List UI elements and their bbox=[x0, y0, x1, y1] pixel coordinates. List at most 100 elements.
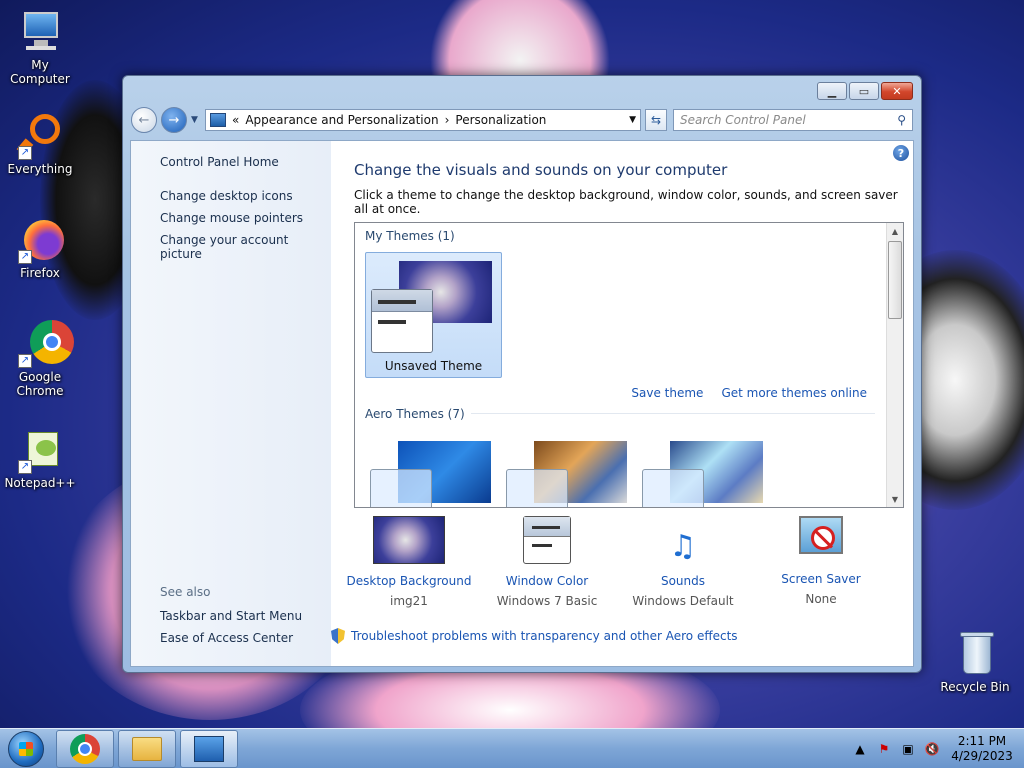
setting-value: img21 bbox=[390, 594, 428, 608]
back-arrow-icon: ← bbox=[138, 112, 150, 128]
sounds-setting[interactable]: ♫ Sounds Windows Default bbox=[615, 516, 751, 608]
everything-icon: ↗ bbox=[16, 112, 64, 160]
change-mouse-pointers-link[interactable]: Change mouse pointers bbox=[160, 211, 331, 225]
clock-date: 4/29/2023 bbox=[951, 748, 1013, 763]
notepad-plus-plus-icon: ↗ bbox=[16, 426, 64, 474]
forward-arrow-icon: → bbox=[168, 112, 180, 128]
breadcrumb-appearance[interactable]: Appearance and Personalization bbox=[245, 113, 438, 127]
chevron-down-icon[interactable]: ▼ bbox=[629, 115, 636, 125]
network-icon[interactable]: ▣ bbox=[900, 741, 916, 757]
taskbar-start-menu-link[interactable]: Taskbar and Start Menu bbox=[160, 609, 302, 623]
shortcut-arrow-icon: ↗ bbox=[18, 146, 32, 160]
scroll-up-icon[interactable]: ▲ bbox=[887, 223, 903, 239]
window-color-setting[interactable]: Window Color Windows 7 Basic bbox=[479, 516, 615, 608]
theme-window-thumbnail bbox=[506, 469, 568, 507]
change-account-picture-link[interactable]: Change your account picture bbox=[160, 233, 331, 261]
maximize-button[interactable]: ▭ bbox=[849, 82, 879, 100]
shortcut-arrow-icon: ↗ bbox=[18, 460, 32, 474]
desktop-icon-label: Everything bbox=[7, 162, 73, 176]
start-button[interactable] bbox=[0, 729, 52, 768]
ease-of-access-link[interactable]: Ease of Access Center bbox=[160, 631, 302, 645]
see-also-section: See also Taskbar and Start Menu Ease of … bbox=[160, 585, 302, 653]
change-desktop-icons-link[interactable]: Change desktop icons bbox=[160, 189, 331, 203]
breadcrumb-personalization[interactable]: Personalization bbox=[455, 113, 546, 127]
screen-saver-icon bbox=[799, 516, 843, 554]
caption-buttons: ▁ ▭ ✕ bbox=[817, 82, 913, 100]
content-area: Control Panel Home Change desktop icons … bbox=[130, 140, 914, 667]
address-chevron[interactable]: « bbox=[232, 113, 239, 127]
clock[interactable]: 2:11 PM 4/29/2023 bbox=[948, 734, 1016, 764]
aero-themes-header: Aero Themes (7) bbox=[365, 407, 471, 421]
personalization-window[interactable]: ▁ ▭ ✕ ← → ▼ « Appearance and Personaliza… bbox=[122, 75, 922, 673]
forward-button[interactable]: → bbox=[161, 107, 187, 133]
screen-saver-setting[interactable]: Screen Saver None bbox=[753, 516, 889, 606]
setting-value: Windows 7 Basic bbox=[496, 594, 598, 608]
chevron-down-icon: ▼ bbox=[191, 115, 198, 125]
minimize-button[interactable]: ▁ bbox=[817, 82, 847, 100]
recent-pages-dropdown[interactable]: ▼ bbox=[191, 115, 201, 125]
volume-muted-icon[interactable]: 🔇 bbox=[924, 741, 940, 757]
search-input[interactable]: Search Control Panel ⚲ bbox=[673, 109, 913, 131]
scroll-thumb[interactable] bbox=[888, 241, 902, 319]
my-themes-header: My Themes (1) bbox=[365, 229, 455, 243]
desktop-icon-notepad-plus-plus[interactable]: ↗ Notepad++ bbox=[0, 426, 80, 490]
themes-list[interactable]: My Themes (1) Unsaved Theme Save theme G… bbox=[354, 222, 904, 508]
see-also-header: See also bbox=[160, 585, 211, 599]
control-panel-icon bbox=[194, 735, 224, 762]
setting-name[interactable]: Window Color bbox=[479, 574, 615, 588]
desktop-icon-google-chrome[interactable]: ↗ Google Chrome bbox=[0, 320, 80, 398]
taskbar-control-panel-button[interactable] bbox=[180, 729, 238, 768]
windows-logo-icon bbox=[8, 730, 44, 767]
breadcrumb-separator[interactable]: › bbox=[445, 113, 450, 127]
aero-theme-tile[interactable] bbox=[365, 441, 491, 507]
navigation-bar: ← → ▼ « Appearance and Personalization ›… bbox=[131, 106, 913, 134]
page-description: Click a theme to change the desktop back… bbox=[354, 188, 898, 216]
control-panel-home-link[interactable]: Control Panel Home bbox=[160, 155, 331, 169]
unsaved-theme-tile[interactable]: Unsaved Theme bbox=[365, 252, 502, 378]
desktop-icon-my-computer[interactable]: My Computer bbox=[0, 8, 80, 86]
chrome-icon: ↗ bbox=[16, 320, 74, 368]
setting-name[interactable]: Desktop Background bbox=[341, 574, 477, 588]
scroll-down-icon[interactable]: ▼ bbox=[887, 491, 903, 507]
themes-scrollbar[interactable]: ▲ ▼ bbox=[886, 223, 903, 507]
recycle-bin-icon bbox=[951, 630, 999, 678]
refresh-button[interactable]: ⇆ bbox=[645, 109, 667, 131]
desktop-icon-label: Google Chrome bbox=[16, 370, 64, 398]
help-button[interactable]: ? bbox=[893, 145, 909, 161]
save-theme-link[interactable]: Save theme bbox=[631, 386, 703, 400]
task-pane: Control Panel Home Change desktop icons … bbox=[131, 141, 331, 666]
desktop-icon-everything[interactable]: ↗ Everything bbox=[0, 112, 80, 176]
setting-name[interactable]: Sounds bbox=[615, 574, 751, 588]
system-tray: ▲ ⚑ ▣ 🔇 2:11 PM 4/29/2023 bbox=[852, 734, 1024, 764]
close-button[interactable]: ✕ bbox=[881, 82, 913, 100]
taskbar-explorer-button[interactable] bbox=[118, 729, 176, 768]
aero-theme-tile[interactable] bbox=[501, 441, 627, 507]
desktop-background-setting[interactable]: Desktop Background img21 bbox=[341, 516, 477, 608]
desktop-icon-recycle-bin[interactable]: Recycle Bin bbox=[935, 630, 1015, 694]
shield-icon bbox=[331, 628, 345, 644]
theme-links: Save theme Get more themes online bbox=[631, 386, 867, 400]
aero-theme-tile[interactable] bbox=[637, 441, 763, 507]
shortcut-arrow-icon: ↗ bbox=[18, 354, 32, 368]
clock-time: 2:11 PM bbox=[957, 733, 1007, 748]
troubleshoot-link[interactable]: Troubleshoot problems with transparency … bbox=[351, 629, 738, 643]
theme-window-thumbnail bbox=[370, 469, 432, 507]
sounds-icon: ♫ bbox=[669, 529, 697, 564]
close-icon: ✕ bbox=[892, 84, 902, 98]
search-placeholder: Search Control Panel bbox=[680, 113, 806, 127]
taskbar-chrome-button[interactable] bbox=[56, 729, 114, 768]
search-icon[interactable]: ⚲ bbox=[897, 113, 906, 127]
computer-icon bbox=[16, 8, 64, 56]
action-center-flag-icon[interactable]: ⚑ bbox=[876, 741, 892, 757]
theme-settings-row: Desktop Background img21 Window Color Wi… bbox=[341, 516, 881, 616]
address-bar[interactable]: « Appearance and Personalization › Perso… bbox=[205, 109, 641, 131]
back-button[interactable]: ← bbox=[131, 107, 157, 133]
minimize-icon: ▁ bbox=[827, 84, 837, 98]
maximize-icon: ▭ bbox=[858, 84, 870, 98]
desktop-icon-firefox[interactable]: ↗ Firefox bbox=[0, 216, 80, 280]
theme-label: Unsaved Theme bbox=[384, 359, 483, 373]
desktop-icon-label: Firefox bbox=[20, 266, 60, 280]
setting-name[interactable]: Screen Saver bbox=[753, 572, 889, 586]
get-more-themes-link[interactable]: Get more themes online bbox=[721, 386, 867, 400]
show-hidden-icons-icon[interactable]: ▲ bbox=[852, 741, 868, 757]
